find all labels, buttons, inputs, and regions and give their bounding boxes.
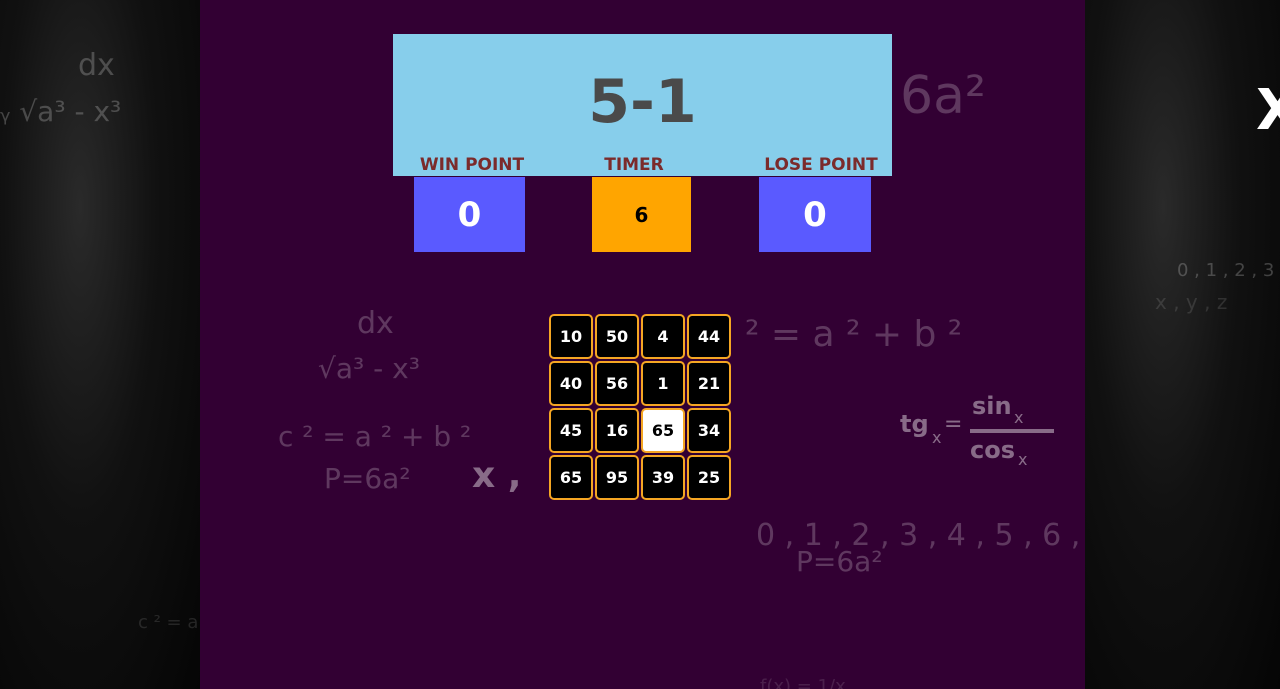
left-background-panel: dx ᵧ √a³ - x³ c ² = a ² + b ²: [0, 0, 262, 689]
lose-point-value: 0: [759, 177, 871, 252]
grid-cell[interactable]: 56: [595, 361, 639, 406]
grid-cell[interactable]: 95: [595, 455, 639, 500]
background-formula: x: [932, 428, 942, 447]
background-formula: dx: [357, 306, 394, 341]
win-point-label: WIN POINT: [419, 155, 525, 175]
background-formula: f(x) = 1/x: [760, 676, 846, 689]
grid-cell[interactable]: 65: [549, 455, 593, 500]
fraction-bar: [970, 429, 1054, 433]
right-background-panel: 0 , 1 , 2 , 3 x , y , z: [1085, 0, 1280, 689]
number-grid: 10 50 4 44 40 56 1 21 45 16 65 34 65 95 …: [549, 314, 735, 503]
grid-cell[interactable]: 45: [549, 408, 593, 453]
grid-cell[interactable]: 44: [687, 314, 731, 359]
grid-cell[interactable]: 10: [549, 314, 593, 359]
grid-cell[interactable]: 1: [641, 361, 685, 406]
grid-cell[interactable]: 50: [595, 314, 639, 359]
background-formula: 6a²: [900, 66, 986, 126]
background-formula: tg: [900, 410, 929, 438]
background-formula: cos: [970, 436, 1015, 464]
grid-cell[interactable]: 16: [595, 408, 639, 453]
background-formula: x , y , z: [1155, 290, 1228, 314]
timer-value: 6: [592, 177, 691, 252]
background-formula: x: [1014, 408, 1024, 427]
background-formula: c ² = a ² + b ²: [278, 420, 472, 453]
background-formula: 0 , 1 , 2 , 3 , 4 , 5 , 6 , 7 , 8 , 9: [756, 518, 1085, 553]
background-formula: 0 , 1 , 2 , 3: [1177, 260, 1275, 281]
background-formula: =: [944, 412, 963, 437]
grid-cell[interactable]: 21: [687, 361, 731, 406]
lose-point-label: LOSE POINT: [764, 155, 878, 175]
grid-cell[interactable]: 4: [641, 314, 685, 359]
grid-cell[interactable]: 25: [687, 455, 731, 500]
background-formula: ᵧ √a³ - x³: [0, 95, 122, 128]
grid-cell[interactable]: 39: [641, 455, 685, 500]
grid-cell[interactable]: 34: [687, 408, 731, 453]
background-formula: sin: [972, 392, 1012, 420]
background-formula: ² = a ² + b ²: [745, 314, 963, 355]
timer-label: TIMER: [604, 155, 664, 175]
score-display: 5-1: [588, 67, 697, 137]
background-formula: √a³ - x³: [318, 352, 420, 385]
grid-cell[interactable]: 40: [549, 361, 593, 406]
background-formula: dx: [78, 48, 115, 83]
grid-cell-selected[interactable]: 65: [641, 408, 685, 453]
edge-glyph: X: [1256, 78, 1280, 143]
background-formula: P=6a²: [324, 462, 411, 495]
win-point-value: 0: [414, 177, 525, 252]
background-formula: P=6a²: [796, 545, 883, 578]
background-formula: x ,: [472, 455, 522, 496]
background-formula: x: [1018, 450, 1028, 469]
